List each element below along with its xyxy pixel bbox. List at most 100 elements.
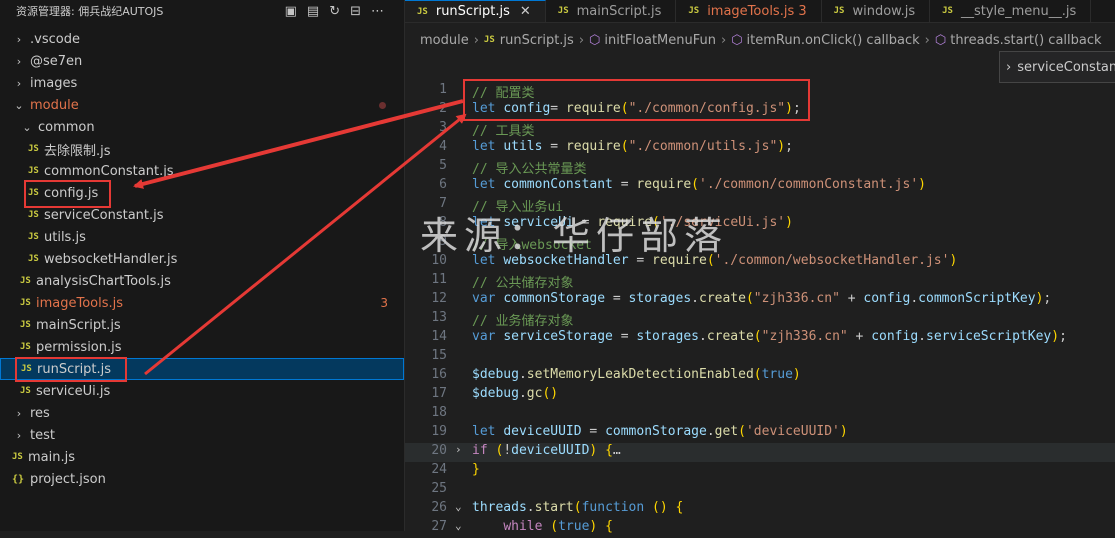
tree-file-imagetools-js[interactable]: JS imageTools.js 3 [0,292,404,314]
breadcrumb-file[interactable]: runScript.js [500,33,574,48]
tree-file-runscript-js[interactable]: JS runScript.js [0,358,404,380]
tree-folder-module[interactable]: ⌄ module [0,94,404,116]
code-token: ) [792,367,801,382]
explorer-panel: 资源管理器: 佣兵战纪AUTOJS ▣ ▤ ↻ ⊟ ⋯ › .vscode › @se… [0,0,405,531]
breadcrumb-folder[interactable]: module [420,33,469,48]
line-number: 13 [431,310,447,325]
code-token: ( [753,329,762,344]
tab-label: imageTools.js 3 [707,3,807,19]
tree-item-label: main.js [28,449,75,465]
code-line[interactable]: 2 let config= require("./common/config.js… [405,101,1115,120]
code-text: let commonConstant = require('./common/c… [472,177,926,192]
code-token: ! [503,443,512,458]
code-token: require [558,101,621,116]
more-icon[interactable]: ⋯ [371,4,384,19]
tab-mainscript-js[interactable]: JS mainScript.js [546,0,677,22]
code-token: . [706,424,715,439]
tree-file-config-js[interactable]: JS config.js [0,182,404,204]
code-line[interactable]: 13 // 业务储存对象 [405,310,1115,329]
sticky-scroll-peek[interactable]: › serviceConstant [999,51,1115,83]
tree-folder-res[interactable]: › res [0,402,404,424]
code-line[interactable]: 25 [405,481,1115,500]
tree-item-label: commonConstant.js [44,163,174,179]
js-file-icon: JS [20,342,31,352]
close-icon[interactable]: ✕ [520,4,531,19]
code-token: commonConstant [503,177,613,192]
tree-file-commonconstant-js[interactable]: JS commonConstant.js [0,160,404,182]
code-line[interactable]: 4 let utils = require("./common/utils.js"… [405,139,1115,158]
tree-file-analysischarttools-js[interactable]: JS analysisChartTools.js [0,270,404,292]
fold-collapse-icon[interactable]: ⌄ [455,519,462,532]
tree-file-serviceconstant-js[interactable]: JS serviceConstant.js [0,204,404,226]
fold-expand-icon[interactable]: › [455,443,462,456]
line-number: 14 [431,329,447,344]
js-file-icon: JS [942,6,953,16]
line-number: 11 [431,272,447,287]
code-line[interactable]: 7 // 导入业务ui [405,196,1115,215]
tree-item-label: utils.js [44,229,86,245]
code-line[interactable]: 20 › if (!deviceUUID) {… [405,443,1115,462]
tree-file-websockethandler-js[interactable]: JS websocketHandler.js [0,248,404,270]
code-line[interactable]: 1 // 配置类 [405,82,1115,101]
code-line[interactable]: 10 let websocketHandler = require('./comm… [405,253,1115,272]
code-line[interactable]: 24} [405,462,1115,481]
tab-window-js[interactable]: JS window.js [822,0,931,22]
code-token: ( [753,367,762,382]
code-line[interactable]: 3 // 工具类 [405,120,1115,139]
code-line[interactable]: 16 $debug.setMemoryLeakDetectionEnabled(t… [405,367,1115,386]
tree-file-mainscript-js[interactable]: JS mainScript.js [0,314,404,336]
tree-folder-common[interactable]: ⌄ common [0,116,404,138]
code-token: = [542,139,566,154]
modified-dot [379,101,386,109]
new-file-icon[interactable]: ▣ [285,4,297,19]
tree-folder-test[interactable]: › test [0,424,404,446]
code-line[interactable]: 26 ⌄ threads.start(function () { [405,500,1115,519]
tree-file-permission-js[interactable]: JS permission.js [0,336,404,358]
tree-folder-images[interactable]: › images [0,72,404,94]
code-line[interactable]: 6 let commonConstant = require('./common/… [405,177,1115,196]
tab-runscript-js[interactable]: JS runScript.js ✕ [405,0,546,22]
chevron-right-icon: › [16,76,22,90]
code-line[interactable]: 27 ⌄ while (true) { [405,519,1115,538]
tree-item-label: permission.js [36,339,122,355]
tree-folder-vscode[interactable]: › .vscode [0,28,404,50]
code-token: . [518,367,527,382]
line-number: 1 [439,82,447,97]
tree-item-label: serviceConstant.js [44,207,164,223]
tab-style-menu-js[interactable]: JS __style_menu__.js [930,0,1092,22]
code-line[interactable]: 19 let deviceUUID = commonStorage.get('de… [405,424,1115,443]
tree-file-main-js[interactable]: JS main.js [0,446,404,468]
code-line[interactable]: 9 // 导入websocket [405,234,1115,253]
tree-file-js[interactable]: JS 去除限制.js [0,138,404,160]
code-line[interactable]: 5 // 导入公共常量类 [405,158,1115,177]
tab-imagetools-js-3[interactable]: JS imageTools.js 3 [676,0,822,22]
code-token: 'deviceUUID' [745,424,840,439]
breadcrumb-symbol-2[interactable]: itemRun.onClick() callback [747,33,920,48]
code-text: $debug.gc() [472,386,558,401]
code-line[interactable]: 8 let serviceUi = require('./serviceUi.js… [405,215,1115,234]
breadcrumb-symbol-3[interactable]: threads.start() callback [950,33,1101,48]
code-text: // 导入公共常量类 [472,158,586,177]
tree-folder-se7en[interactable]: › @se7en [0,50,404,72]
tree-file-utils-js[interactable]: JS utils.js [0,226,404,248]
code-token: if [472,443,496,458]
fold-collapse-icon[interactable]: ⌄ [455,500,462,513]
code-line[interactable]: 12 var commonStorage = storages.create("z… [405,291,1115,310]
code-token: ) [1051,329,1060,344]
tree-file-project-json[interactable]: {} project.json [0,468,404,490]
code-line[interactable]: 18 [405,405,1115,424]
code-line[interactable]: 11 // 公共储存对象 [405,272,1115,291]
code-token: = [581,424,606,439]
code-token: commonScriptKey [918,291,1036,306]
breadcrumb-symbol-1[interactable]: initFloatMenuFun [604,33,716,48]
line-number: 10 [431,253,447,268]
line-number: 18 [431,405,447,420]
code-line[interactable]: 15 [405,348,1115,367]
code-line[interactable]: 14 var serviceStorage = storages.create("… [405,329,1115,348]
tree-item-label: runScript.js [37,361,112,377]
collapse-all-icon[interactable]: ⊟ [350,4,361,19]
tree-file-serviceui-js[interactable]: JS serviceUi.js [0,380,404,402]
code-line[interactable]: 17 $debug.gc() [405,386,1115,405]
new-folder-icon[interactable]: ▤ [307,4,319,19]
refresh-icon[interactable]: ↻ [329,4,340,19]
